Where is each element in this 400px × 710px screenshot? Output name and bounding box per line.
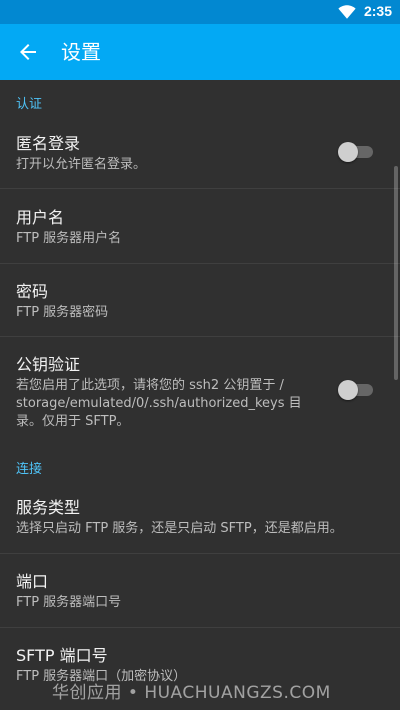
pref-summary-line: 录。仅用于 SFTP。 <box>16 414 130 429</box>
wifi-icon <box>338 5 356 19</box>
pref-summary: FTP 服务器用户名 <box>16 231 122 246</box>
pref-summary-line: storage/emulated/0/.ssh/authorized_keys … <box>16 396 302 411</box>
pref-username[interactable]: 用户名 FTP 服务器用户名 <box>0 189 400 264</box>
pref-title: 匿名登录 <box>16 134 81 153</box>
pref-title: SFTP 端口号 <box>16 646 108 665</box>
arrow-back-icon[interactable] <box>16 40 40 64</box>
pref-password[interactable]: 密码 FTP 服务器密码 <box>0 264 400 337</box>
pref-summary: 打开以允许匿名登录。 <box>16 157 147 172</box>
pubkey-auth-toggle[interactable] <box>338 380 374 400</box>
pref-summary-line: 若您启用了此选项，请将您的 ssh2 公钥置于 / <box>16 378 284 393</box>
toggle-thumb <box>338 380 358 400</box>
pref-title: 服务类型 <box>16 498 81 517</box>
pref-title: 密码 <box>16 282 49 301</box>
pref-pubkey-auth[interactable]: 公钥验证 若您启用了此选项，请将您的 ssh2 公钥置于 / storage/e… <box>0 337 400 451</box>
section-header-auth: 认证 <box>16 97 43 112</box>
toggle-thumb <box>338 142 358 162</box>
anonymous-login-toggle[interactable] <box>338 142 374 162</box>
pref-title: 端口 <box>16 572 49 591</box>
pref-port[interactable]: 端口 FTP 服务器端口号 <box>0 554 400 628</box>
app-bar: 设置 <box>0 24 400 80</box>
pref-summary: FTP 服务器密码 <box>16 305 109 320</box>
pref-anonymous-login[interactable]: 匿名登录 打开以允许匿名登录。 <box>0 122 400 189</box>
watermark: 华创应用 • HUACHUANGZS.COM <box>52 683 331 703</box>
section-header-connection: 连接 <box>16 462 43 477</box>
pref-summary: 选择只启动 FTP 服务，还是只启动 SFTP，还是都启用。 <box>16 521 343 536</box>
pref-title: 公钥验证 <box>16 355 81 374</box>
scrollbar[interactable] <box>394 166 398 380</box>
pref-service-type[interactable]: 服务类型 选择只启动 FTP 服务，还是只启动 SFTP，还是都启用。 <box>0 480 400 554</box>
page-title: 设置 <box>61 40 101 64</box>
pref-title: 用户名 <box>16 208 65 227</box>
pref-summary: FTP 服务器端口号 <box>16 595 122 610</box>
status-time: 2:35 <box>363 3 392 19</box>
settings-list[interactable]: 认证 匿名登录 打开以允许匿名登录。 用户名 FTP 服务器用户名 密码 FTP… <box>0 80 400 710</box>
status-bar: 2:35 <box>0 0 400 24</box>
